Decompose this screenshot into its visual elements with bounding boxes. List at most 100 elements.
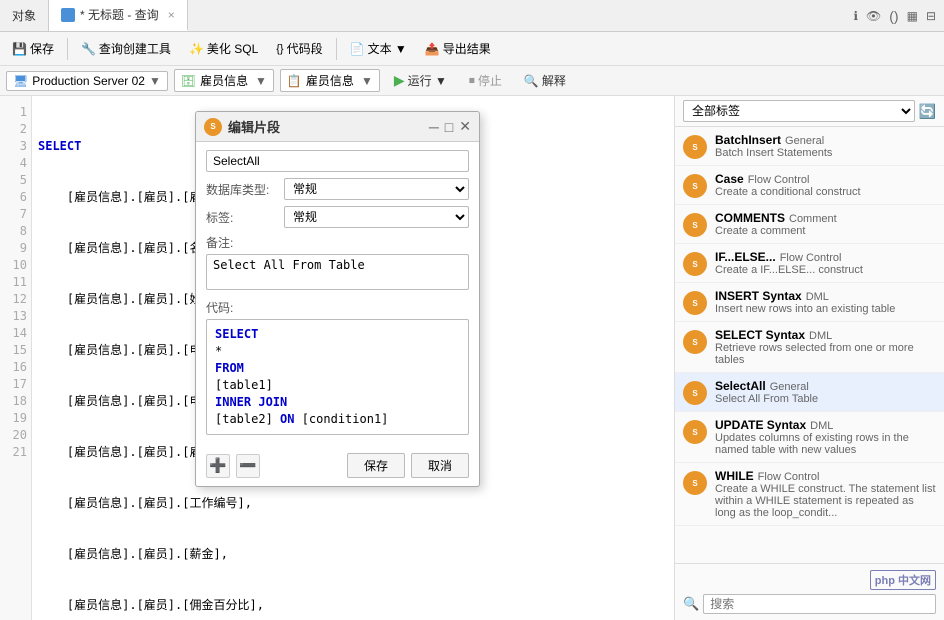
modal-cancel-button[interactable]: 取消 [411,453,469,478]
db2-select[interactable]: 📋 雇员信息 ▼ [280,69,380,92]
refresh-icon[interactable]: 🔄 [919,103,936,120]
explain-button[interactable]: 🔍 解释 [516,70,574,91]
snippet-tag-select-all: General [770,381,809,393]
snippet-title-ifelse: IF...ELSE... [715,250,776,264]
snippet-desc-ifelse: Create a IF...ELSE... construct [715,264,863,276]
snippet-item-batch-insert[interactable]: S BatchInsertGeneral Batch Insert Statem… [675,127,944,166]
toolbar: 💾 保存 🔧 查询创建工具 ✨ 美化 SQL {} 代码段 📄 文本 ▼ 📤 导… [0,32,944,66]
code-block-icon: {} [276,43,283,55]
note-row: 备注: Select All From Table [206,234,469,293]
snippet-item-while[interactable]: S WHILEFlow Control Create a WHILE const… [675,463,944,526]
snippet-tag-select-syntax: DML [809,330,832,342]
php-logo: php 中文网 [870,570,936,590]
stop-button[interactable]: ⏹ 停止 [461,70,510,91]
code-box[interactable]: SELECT * FROM [table1] INNER JOIN [table… [206,319,469,435]
snippet-text-insert: INSERT SyntaxDML Insert new rows into an… [715,289,895,315]
snippet-tag-update: DML [810,420,833,432]
tab-query[interactable]: * 无标题 - 查询 × [49,0,188,31]
snippet-item-ifelse[interactable]: S IF...ELSE... Flow Control Create a IF..… [675,244,944,283]
snippet-item-select-syntax[interactable]: S SELECT SyntaxDML Retrieve rows selecte… [675,322,944,373]
db1-select[interactable]: 🗄 雇员信息 ▼ [174,69,274,92]
run-button[interactable]: ▶ 运行 ▼ [386,70,455,91]
snippet-title-comments: COMMENTS [715,211,785,225]
snippet-title-while: WHILE [715,469,754,483]
modal-title: 编辑片段 [228,117,423,136]
snippet-desc-comments: Create a comment [715,225,837,237]
add-snippet-icon[interactable]: ➕ [206,454,230,478]
explain-label: 解释 [542,72,566,89]
snippet-text-select-syntax: SELECT SyntaxDML Retrieve rows selected … [715,328,936,366]
db1-icon: 🗄 [181,74,196,88]
snippet-text-ifelse: IF...ELSE... Flow Control Create a IF...E… [715,250,863,276]
note-textarea[interactable]: Select All From Table [206,254,469,290]
note-label: 备注: [206,234,469,251]
snippet-icon-select-all: S [683,381,707,405]
server-select[interactable]: 🖥 Production Server 02 ▼ [6,71,168,91]
snippet-search-input[interactable] [703,594,936,614]
snippet-desc-select-syntax: Retrieve rows selected from one or more … [715,342,936,366]
info-icon[interactable]: ℹ [853,9,858,23]
footer-icons: ➕ ➖ [206,454,260,478]
snippet-tag-case: Flow Control [748,174,810,186]
snippet-name-input[interactable] [206,150,469,172]
modal-header: S 编辑片段 ─ □ ✕ [196,112,479,142]
query-builder-button[interactable]: 🔧 查询创建工具 [73,36,179,61]
braces-icon[interactable]: () [889,8,898,24]
query-builder-icon: 🔧 [81,42,96,56]
snippet-icon-insert: S [683,291,707,315]
explain-icon: 🔍 [524,74,539,88]
modal-close-icon[interactable]: ✕ [459,118,471,135]
code-label: 代码: [206,299,469,316]
db-type-select[interactable]: 常规 [284,178,469,200]
code-row: 代码: SELECT * FROM [table1] INNER JOIN [t… [206,299,469,435]
snippet-desc-select-all: Select All From Table [715,393,818,405]
code-line-9: [雇员信息].[雇员].[薪金], [38,546,668,563]
right-panel: 全部标签 🔄 S BatchInsertGeneral Batch Insert… [674,96,944,620]
save-button[interactable]: 💾 保存 [4,36,62,61]
snippet-icon-select-syntax: S [683,330,707,354]
snippet-item-comments[interactable]: S COMMENTSComment Create a comment [675,205,944,244]
eye-icon[interactable]: 👁 [866,9,881,23]
text-button[interactable]: 📄 文本 ▼ [342,36,415,61]
settings-icon[interactable]: ⊟ [926,9,936,23]
snippet-item-update[interactable]: S UPDATE SyntaxDML Updates columns of ex… [675,412,944,463]
right-panel-footer: php 中文网 🔍 [675,563,944,620]
minimize-icon[interactable]: ─ [429,119,439,135]
db2-label: 雇员信息 [306,72,354,89]
name-row [206,150,469,172]
snippet-icon-case: S [683,174,707,198]
snippet-item-insert[interactable]: S INSERT SyntaxDML Insert new rows into … [675,283,944,322]
stop-label: 停止 [478,72,502,89]
tag-filter-select[interactable]: 全部标签 [683,100,915,122]
snippet-icon-update: S [683,420,707,444]
snippet-text-while: WHILEFlow Control Create a WHILE constru… [715,469,936,519]
tag-select-modal[interactable]: 常规 [284,206,469,228]
export-button[interactable]: 📤 导出结果 [417,36,499,61]
beautify-button[interactable]: ✨ 美化 SQL [181,36,266,61]
snippet-icon-batch: S [683,135,707,159]
code-block-button[interactable]: {} 代码段 [268,36,330,61]
snippet-item-case[interactable]: S CaseFlow Control Create a conditional … [675,166,944,205]
snippet-desc-case: Create a conditional construct [715,186,861,198]
maximize-icon[interactable]: □ [445,119,453,135]
snippet-tag-insert: DML [806,291,829,303]
toolbar-sep [67,38,68,60]
tab-objects-label: 对象 [12,7,36,24]
modal-save-button[interactable]: 保存 [347,453,405,478]
grid-icon[interactable]: ▦ [907,9,918,23]
modal-body: 数据库类型: 常规 标签: 常规 备注: Select All From Tab… [196,142,479,449]
snippet-desc-while: Create a WHILE construct. The statement … [715,483,936,519]
snippet-text-case: CaseFlow Control Create a conditional co… [715,172,861,198]
remove-snippet-icon[interactable]: ➖ [236,454,260,478]
snippet-item-select-all[interactable]: S SelectAllGeneral Select All From Table [675,373,944,412]
snippet-title-batch: BatchInsert [715,133,781,147]
snippet-title-insert: INSERT Syntax [715,289,802,303]
snippet-tag-ifelse: Flow Control [780,252,842,264]
snippet-icon-ifelse: S [683,252,707,276]
tab-objects[interactable]: 对象 [0,0,49,31]
close-icon[interactable]: × [168,8,175,22]
query-tab-icon [61,8,75,22]
db-type-row: 数据库类型: 常规 [206,178,469,200]
code-line-8: [雇员信息].[雇员].[工作编号], [38,495,668,512]
search-glass-icon: 🔍 [683,596,699,612]
